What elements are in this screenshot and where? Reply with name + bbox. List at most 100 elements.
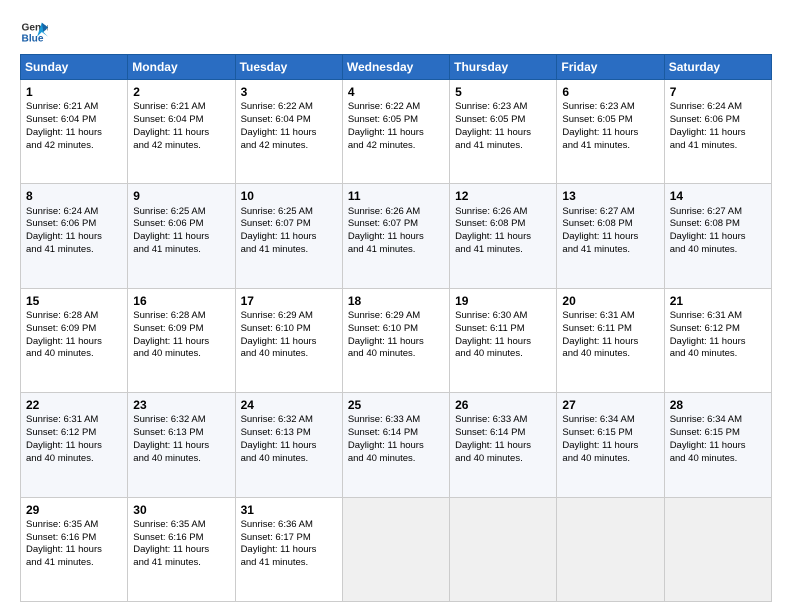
day-info-line: Sunset: 6:12 PM [670,323,766,336]
header: General Blue [20,18,772,46]
day-info-line: Sunrise: 6:23 AM [562,101,658,114]
calendar-week-5: 29Sunrise: 6:35 AMSunset: 6:16 PMDayligh… [21,497,772,601]
day-info-line: Sunset: 6:07 PM [348,218,444,231]
day-info-line: Sunset: 6:06 PM [670,114,766,127]
day-info-line: Sunset: 6:10 PM [348,323,444,336]
day-number: 4 [348,84,444,100]
day-info-line: and 40 minutes. [455,348,551,361]
day-number: 23 [133,397,229,413]
day-number: 8 [26,188,122,204]
day-info-line: and 41 minutes. [455,244,551,257]
day-info-line: Sunset: 6:06 PM [26,218,122,231]
day-info-line: Sunset: 6:09 PM [26,323,122,336]
calendar-header-wednesday: Wednesday [342,55,449,80]
day-info-line: Sunrise: 6:32 AM [241,414,337,427]
day-info-line: and 41 minutes. [562,140,658,153]
day-number: 28 [670,397,766,413]
day-info-line: Daylight: 11 hours [241,544,337,557]
day-info-line: Daylight: 11 hours [26,336,122,349]
day-number: 12 [455,188,551,204]
day-info-line: and 40 minutes. [26,453,122,466]
day-info-line: Sunset: 6:12 PM [26,427,122,440]
day-info-line: Sunrise: 6:27 AM [670,206,766,219]
day-info-line: Sunrise: 6:29 AM [348,310,444,323]
calendar-cell: 7Sunrise: 6:24 AMSunset: 6:06 PMDaylight… [664,80,771,184]
day-info-line: and 41 minutes. [26,244,122,257]
day-info-line: and 42 minutes. [133,140,229,153]
day-info-line: Sunrise: 6:28 AM [133,310,229,323]
day-number: 3 [241,84,337,100]
calendar-cell: 9Sunrise: 6:25 AMSunset: 6:06 PMDaylight… [128,184,235,288]
day-info-line: Daylight: 11 hours [241,231,337,244]
calendar-cell: 5Sunrise: 6:23 AMSunset: 6:05 PMDaylight… [450,80,557,184]
calendar-body: 1Sunrise: 6:21 AMSunset: 6:04 PMDaylight… [21,80,772,602]
calendar-cell: 3Sunrise: 6:22 AMSunset: 6:04 PMDaylight… [235,80,342,184]
logo: General Blue [20,18,52,46]
day-number: 19 [455,293,551,309]
day-number: 16 [133,293,229,309]
calendar-header-monday: Monday [128,55,235,80]
calendar-cell: 25Sunrise: 6:33 AMSunset: 6:14 PMDayligh… [342,393,449,497]
day-info-line: Daylight: 11 hours [455,127,551,140]
calendar-cell: 31Sunrise: 6:36 AMSunset: 6:17 PMDayligh… [235,497,342,601]
day-info-line: Sunset: 6:10 PM [241,323,337,336]
calendar-cell [342,497,449,601]
day-info-line: Daylight: 11 hours [348,440,444,453]
day-number: 2 [133,84,229,100]
calendar-header-sunday: Sunday [21,55,128,80]
day-number: 5 [455,84,551,100]
day-info-line: Sunrise: 6:32 AM [133,414,229,427]
day-info-line: Daylight: 11 hours [26,440,122,453]
calendar-cell: 26Sunrise: 6:33 AMSunset: 6:14 PMDayligh… [450,393,557,497]
day-info-line: and 40 minutes. [133,348,229,361]
day-info-line: and 41 minutes. [241,244,337,257]
day-info-line: Sunrise: 6:21 AM [133,101,229,114]
day-info-line: Sunset: 6:14 PM [348,427,444,440]
day-info-line: Daylight: 11 hours [562,336,658,349]
day-info-line: and 40 minutes. [133,453,229,466]
day-info-line: and 41 minutes. [348,244,444,257]
day-info-line: Sunset: 6:07 PM [241,218,337,231]
calendar-cell: 16Sunrise: 6:28 AMSunset: 6:09 PMDayligh… [128,288,235,392]
calendar-cell [664,497,771,601]
day-number: 26 [455,397,551,413]
day-info-line: Daylight: 11 hours [562,127,658,140]
day-info-line: Daylight: 11 hours [348,336,444,349]
page: General Blue SundayMondayTuesdayWednesda… [0,0,792,612]
day-info-line: Sunrise: 6:31 AM [670,310,766,323]
day-info-line: Sunset: 6:05 PM [348,114,444,127]
day-info-line: Daylight: 11 hours [133,231,229,244]
calendar-cell: 30Sunrise: 6:35 AMSunset: 6:16 PMDayligh… [128,497,235,601]
day-info-line: and 41 minutes. [241,557,337,570]
day-info-line: Daylight: 11 hours [455,336,551,349]
day-number: 20 [562,293,658,309]
day-number: 13 [562,188,658,204]
day-number: 9 [133,188,229,204]
calendar-cell: 17Sunrise: 6:29 AMSunset: 6:10 PMDayligh… [235,288,342,392]
day-info-line: Sunset: 6:05 PM [455,114,551,127]
logo-icon: General Blue [20,18,48,46]
day-info-line: Sunrise: 6:33 AM [348,414,444,427]
calendar-table: SundayMondayTuesdayWednesdayThursdayFrid… [20,54,772,602]
day-info-line: Sunrise: 6:25 AM [241,206,337,219]
day-info-line: Sunset: 6:08 PM [455,218,551,231]
day-info-line: and 40 minutes. [562,453,658,466]
calendar-cell: 1Sunrise: 6:21 AMSunset: 6:04 PMDaylight… [21,80,128,184]
day-info-line: Sunrise: 6:35 AM [133,519,229,532]
day-info-line: and 42 minutes. [241,140,337,153]
day-info-line: Sunrise: 6:27 AM [562,206,658,219]
day-info-line: Sunset: 6:04 PM [26,114,122,127]
calendar-cell: 29Sunrise: 6:35 AMSunset: 6:16 PMDayligh… [21,497,128,601]
day-info-line: and 40 minutes. [26,348,122,361]
day-info-line: Sunrise: 6:29 AM [241,310,337,323]
day-info-line: Daylight: 11 hours [670,440,766,453]
day-info-line: Daylight: 11 hours [455,231,551,244]
day-info-line: and 42 minutes. [348,140,444,153]
day-info-line: Sunrise: 6:22 AM [348,101,444,114]
day-info-line: and 40 minutes. [455,453,551,466]
day-info-line: Sunset: 6:17 PM [241,532,337,545]
day-info-line: Sunrise: 6:24 AM [26,206,122,219]
day-info-line: Daylight: 11 hours [348,127,444,140]
day-info-line: Sunrise: 6:23 AM [455,101,551,114]
calendar-cell: 20Sunrise: 6:31 AMSunset: 6:11 PMDayligh… [557,288,664,392]
